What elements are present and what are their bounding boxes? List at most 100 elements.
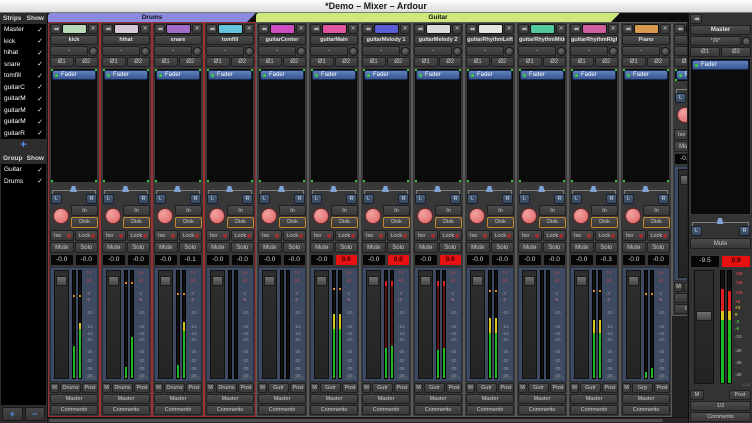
pan-right-button[interactable]: R xyxy=(658,194,669,204)
fader-processor[interactable]: Fader xyxy=(676,70,687,80)
fader-handle[interactable] xyxy=(680,175,687,185)
monitor-input-button[interactable]: In xyxy=(279,205,306,216)
pan-right-button[interactable]: R xyxy=(190,194,201,204)
strip-visible-checkbox[interactable]: ✓ xyxy=(37,106,43,114)
strip-color-swatch[interactable] xyxy=(478,24,503,34)
channel-strip-guitarcenter[interactable]: ◀◀✕guitarCenter-Ø1Ø2FaderLRInDiskIsoLock… xyxy=(256,22,308,417)
output-button[interactable]: Master xyxy=(622,394,670,404)
strip-visible-checkbox[interactable]: ✓ xyxy=(37,37,43,45)
master-processor-box[interactable]: Fader xyxy=(690,58,751,215)
strip-close-icon[interactable]: ✕ xyxy=(348,24,358,34)
monitor-disk-button[interactable]: Disk xyxy=(487,217,514,228)
strip-color-swatch[interactable] xyxy=(166,24,191,34)
pan-widget[interactable]: LR xyxy=(622,184,670,204)
peak-display[interactable]: -0.0 xyxy=(647,254,671,266)
strips-list-item[interactable]: Master✓ xyxy=(1,24,46,36)
record-arm-button[interactable] xyxy=(469,208,485,224)
pan-left-button[interactable]: L xyxy=(103,194,114,204)
solo-isolate-button[interactable]: Iso xyxy=(206,230,230,241)
peak-display[interactable]: -0.1 xyxy=(179,254,203,266)
pan-widget[interactable]: LR xyxy=(206,184,254,204)
strip-color-swatch[interactable] xyxy=(218,24,243,34)
phase-invert-2[interactable]: Ø2 xyxy=(647,57,671,67)
phase-invert-2[interactable]: Ø2 xyxy=(387,57,411,67)
channel-strip-snare[interactable]: ◀◀✕snare-Ø1Ø2FaderLRInDiskIsoLockMuteSol… xyxy=(152,22,204,417)
monitor-disk-button[interactable]: Disk xyxy=(383,217,410,228)
trim-display[interactable]: - xyxy=(674,46,687,56)
monitor-disk-button[interactable]: Disk xyxy=(331,217,358,228)
peak-display[interactable]: -0.0 xyxy=(75,254,99,266)
peak-display[interactable]: -0.3 xyxy=(595,254,619,266)
processor-box[interactable]: Fader xyxy=(518,68,566,183)
peak-display[interactable]: 0.0 xyxy=(439,254,463,266)
strip-visible-checkbox[interactable]: ✓ xyxy=(37,118,43,126)
mute-button[interactable]: Mute xyxy=(466,242,490,253)
strip-input-icon[interactable]: ◀◀ xyxy=(622,24,633,34)
group-visible-checkbox[interactable]: ✓ xyxy=(37,177,43,185)
gain-display[interactable]: -0.0 xyxy=(206,254,230,266)
output-button[interactable]: Master xyxy=(206,394,254,404)
output-button[interactable]: Master xyxy=(674,293,687,303)
monitor-disk-button[interactable]: Disk xyxy=(539,217,566,228)
peak-display[interactable]: -0.0 xyxy=(231,254,255,266)
metering-m-button[interactable]: M xyxy=(622,383,631,393)
group-button[interactable]: Gutr xyxy=(320,383,341,393)
metering-m-button[interactable]: M xyxy=(518,383,527,393)
pan-widget[interactable]: LR xyxy=(674,83,687,103)
fader-processor[interactable]: Fader xyxy=(416,70,460,80)
record-arm-button[interactable] xyxy=(157,208,173,224)
strip-input-icon[interactable]: ◀◀ xyxy=(50,24,61,34)
fader-handle[interactable] xyxy=(576,276,587,286)
monitor-disk-button[interactable]: Disk xyxy=(435,217,462,228)
channel-strip-guitarrhythmleft[interactable]: ◀◀✕guitarRhythmLeft-Ø1Ø2FaderLRInDiskIso… xyxy=(464,22,516,417)
metering-m-button[interactable]: M xyxy=(50,383,59,393)
master-trim-knob[interactable] xyxy=(742,37,751,46)
pan-marker[interactable] xyxy=(717,218,724,224)
comments-button[interactable]: Comments xyxy=(362,405,410,415)
phase-invert-1[interactable]: Ø1 xyxy=(310,57,334,67)
master-input-icon[interactable]: ◀◀ xyxy=(690,14,702,24)
phase-invert-1[interactable]: Ø1 xyxy=(154,57,178,67)
phase-invert-1[interactable]: Ø1 xyxy=(258,57,282,67)
channel-strip-kick[interactable]: ◀◀✕kick-Ø1Ø2FaderLRInDiskIsoLockMuteSolo… xyxy=(48,22,100,417)
master-gain-display[interactable]: -9.5 xyxy=(690,255,720,268)
pan-marker[interactable] xyxy=(70,186,77,192)
pan-widget[interactable]: LR xyxy=(466,184,514,204)
strip-input-icon[interactable]: ◀◀ xyxy=(362,24,373,34)
trim-knob[interactable] xyxy=(401,47,410,56)
metering-m-button[interactable]: M xyxy=(466,383,475,393)
phase-invert-2[interactable]: Ø2 xyxy=(595,57,619,67)
fader-handle[interactable] xyxy=(56,276,67,286)
metering-point-button[interactable]: Post xyxy=(654,383,670,393)
strip-input-icon[interactable]: ◀◀ xyxy=(102,24,113,34)
solo-isolate-button[interactable]: Iso xyxy=(310,230,334,241)
phase-invert-1[interactable]: Ø1 xyxy=(570,57,594,67)
solo-button[interactable]: Solo xyxy=(283,242,307,253)
fader-track[interactable] xyxy=(626,270,641,379)
trim-knob[interactable] xyxy=(661,47,670,56)
trim-knob[interactable] xyxy=(505,47,514,56)
groups-list-item[interactable]: Guitar✓ xyxy=(1,164,46,176)
solo-button[interactable]: Solo xyxy=(647,242,671,253)
fader-processor[interactable]: Fader xyxy=(208,70,252,80)
strip-close-icon[interactable]: ✕ xyxy=(556,24,566,34)
metering-m-button[interactable]: M xyxy=(362,383,371,393)
output-button[interactable]: Master xyxy=(570,394,618,404)
strip-name-button[interactable]: guitarRhythmLeft xyxy=(466,35,514,45)
pan-marker[interactable] xyxy=(538,186,545,192)
phase-invert-2[interactable]: Ø2 xyxy=(335,57,359,67)
phase-invert-1[interactable]: Ø1 xyxy=(362,57,386,67)
comments-button[interactable]: Comments xyxy=(206,405,254,415)
pan-widget[interactable]: LR xyxy=(518,184,566,204)
comments-button[interactable]: Comments xyxy=(310,405,358,415)
phase-invert-1[interactable]: Ø1 xyxy=(414,57,438,67)
gain-display[interactable]: -0.0 xyxy=(310,254,334,266)
monitor-input-button[interactable]: In xyxy=(227,205,254,216)
gain-display[interactable]: -0.0 xyxy=(50,254,74,266)
pan-left-button[interactable]: L xyxy=(623,194,634,204)
mute-button[interactable]: Mute xyxy=(362,242,386,253)
strips-list-item[interactable]: hihat✓ xyxy=(1,47,46,59)
phase-invert-1[interactable]: Ø1 xyxy=(518,57,542,67)
output-button[interactable]: Master xyxy=(258,394,306,404)
monitor-disk-button[interactable]: Disk xyxy=(279,217,306,228)
